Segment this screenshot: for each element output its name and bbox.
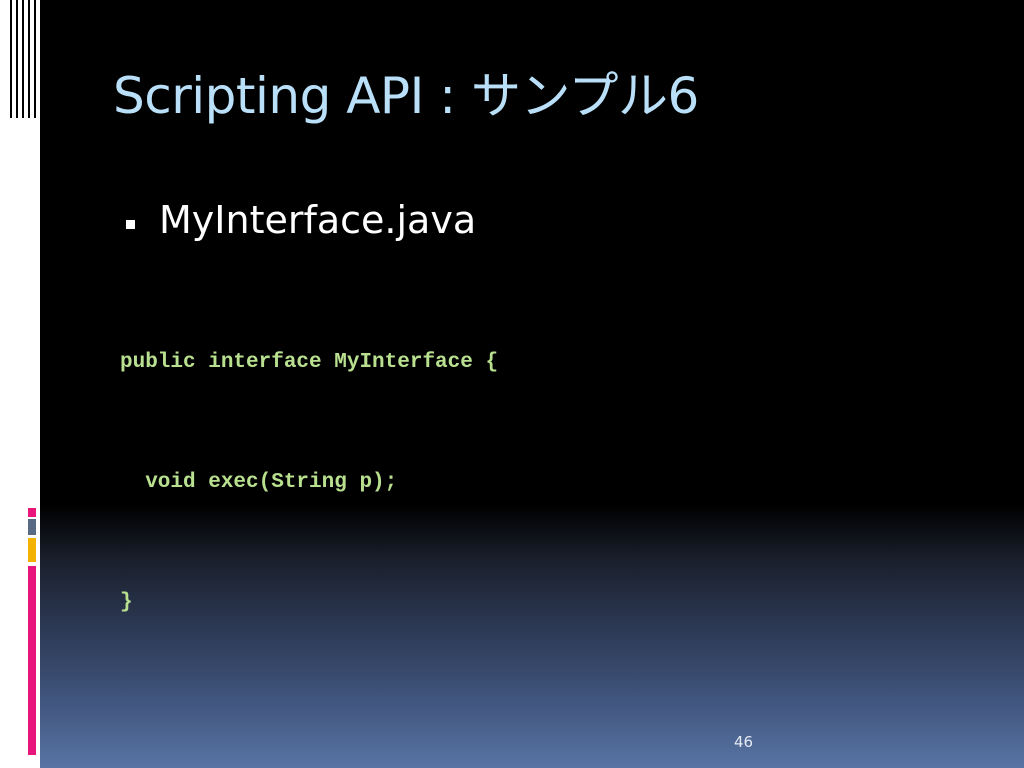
vertical-lines-decoration	[10, 0, 36, 118]
square-bullet-icon	[126, 220, 135, 229]
slide: Scripting API : サンプル6 MyInterface.java p…	[0, 0, 1024, 768]
code-line: void exec(String p);	[120, 471, 398, 494]
code-block: public interface MyInterface { void exec…	[120, 263, 498, 703]
accent-bar-pink	[28, 566, 36, 755]
accent-bar-gold	[28, 538, 36, 562]
page-number: 46	[734, 733, 754, 751]
code-line: public interface MyInterface {	[120, 351, 499, 374]
left-decorative-strip	[0, 0, 40, 768]
slide-title: Scripting API : サンプル6	[113, 67, 699, 125]
bullet-text: MyInterface.java	[159, 198, 477, 242]
accent-bar-pink-top	[28, 508, 36, 517]
accent-bar-gray	[28, 519, 36, 535]
code-line: }	[120, 591, 133, 614]
